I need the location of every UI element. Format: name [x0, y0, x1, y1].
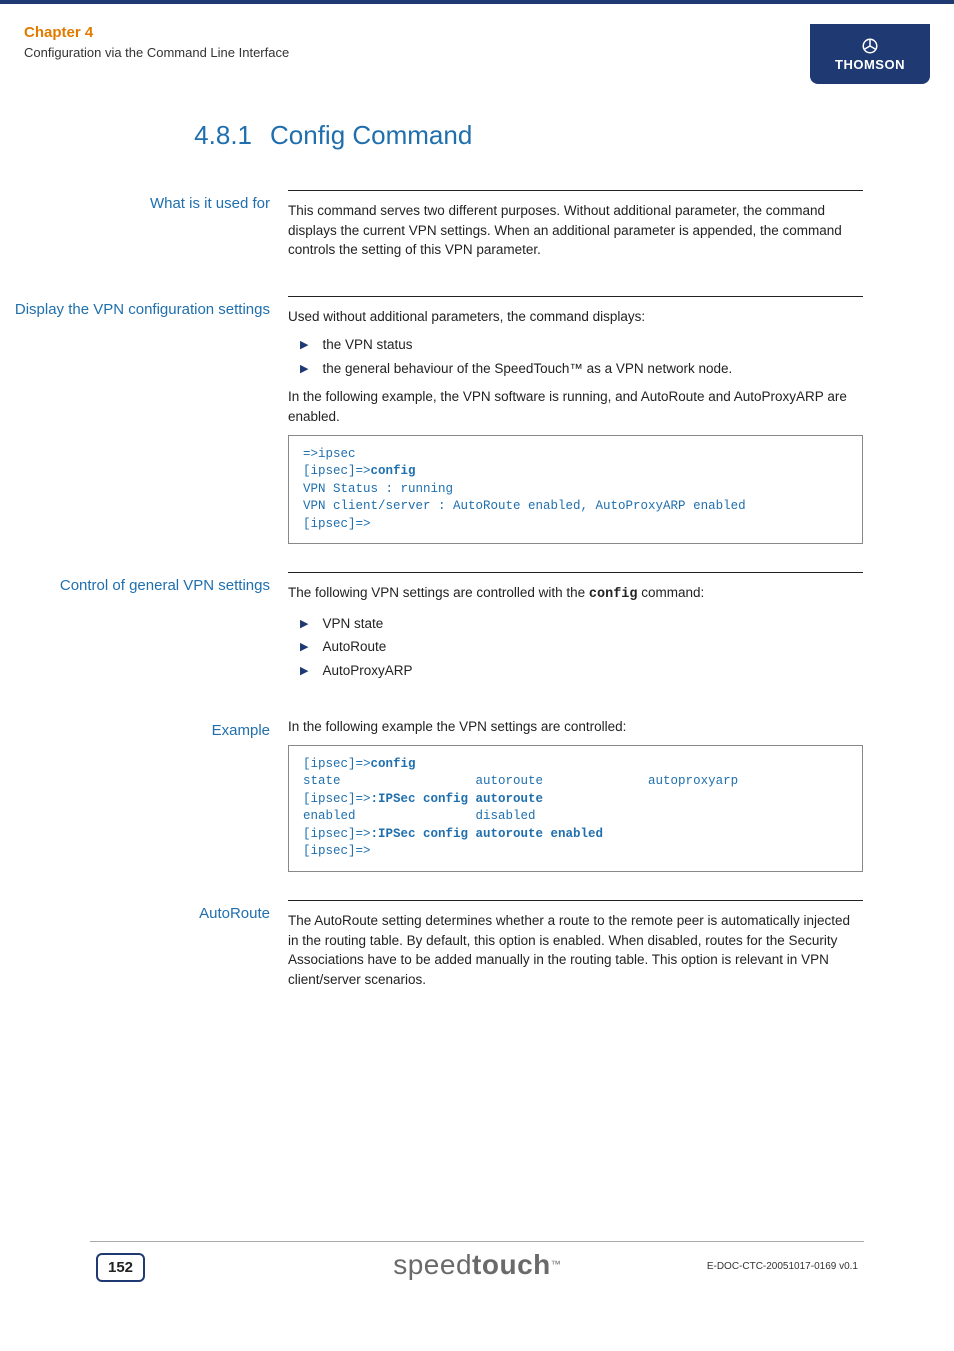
side-label: AutoRoute [0, 900, 270, 997]
title-number: 4.8.1 [0, 120, 270, 151]
list-item-text: VPN state [322, 613, 383, 635]
section-what-used-for: What is it used for This command serves … [0, 190, 954, 268]
trademark-icon: ™ [551, 1260, 561, 1271]
list-item-text: AutoProxyARP [322, 660, 412, 682]
page-header: Chapter 4 Configuration via the Command … [24, 24, 930, 84]
rule [288, 190, 863, 191]
paragraph: Used without additional parameters, the … [288, 307, 863, 327]
code-block: =>ipsec [ipsec]=>config VPN Status : run… [288, 435, 863, 545]
content-area: What is it used for This command serves … [0, 190, 954, 1025]
paragraph: The AutoRoute setting determines whether… [288, 911, 863, 989]
paragraph: This command serves two different purpos… [288, 201, 863, 260]
inline-code: config [589, 587, 638, 602]
side-label: Display the VPN configuration settings [0, 296, 270, 544]
page-footer: 152 speedtouch™ E-DOC-CTC-20051017-0169 … [0, 1241, 954, 1291]
section-control-vpn: Control of general VPN settings The foll… [0, 572, 954, 689]
bullet-icon: ▶ [300, 639, 308, 657]
page: Chapter 4 Configuration via the Command … [0, 0, 954, 1351]
body-column: Used without additional parameters, the … [288, 296, 888, 544]
body-column: In the following example the VPN setting… [288, 717, 888, 872]
bullet-icon: ▶ [300, 663, 308, 681]
side-label: Control of general VPN settings [0, 572, 270, 689]
body-column: The following VPN settings are controlle… [288, 572, 888, 689]
side-label: What is it used for [0, 190, 270, 268]
doc-id: E-DOC-CTC-20051017-0169 v0.1 [707, 1261, 858, 1272]
chapter-subtitle: Configuration via the Command Line Inter… [24, 45, 930, 60]
list-item-text: the general behaviour of the SpeedTouch™… [322, 358, 732, 380]
section-title: 4.8.1 Config Command [0, 120, 954, 151]
side-label: Example [0, 717, 270, 872]
brand-bold: touch [472, 1249, 551, 1280]
paragraph: The following VPN settings are controlle… [288, 583, 863, 605]
list-item: ▶ AutoRoute [296, 636, 888, 658]
chapter-label: Chapter 4 [24, 24, 930, 41]
code-block: [ipsec]=>config state autoroute autoprox… [288, 745, 863, 872]
list-item: ▶ the VPN status [296, 334, 888, 356]
paragraph: In the following example the VPN setting… [288, 717, 863, 737]
brand-badge: THOMSON [810, 24, 930, 84]
footer-rule [90, 1241, 864, 1242]
body-column: The AutoRoute setting determines whether… [288, 900, 888, 997]
rule [288, 900, 863, 901]
bullet-list: ▶ VPN state ▶ AutoRoute ▶ AutoProxyARP [296, 613, 888, 682]
bullet-icon: ▶ [300, 361, 308, 379]
rule [288, 572, 863, 573]
section-example: Example In the following example the VPN… [0, 717, 954, 872]
list-item-text: the VPN status [322, 334, 412, 356]
list-item-text: AutoRoute [322, 636, 386, 658]
bullet-list: ▶ the VPN status ▶ the general behaviour o… [296, 334, 888, 379]
paragraph: In the following example, the VPN softwa… [288, 387, 863, 426]
rule [288, 296, 863, 297]
body-column: This command serves two different purpos… [288, 190, 888, 268]
section-display-vpn: Display the VPN configuration settings U… [0, 296, 954, 544]
bullet-icon: ▶ [300, 337, 308, 355]
brand-badge-text: THOMSON [835, 57, 905, 72]
list-item: ▶ AutoProxyARP [296, 660, 888, 682]
top-band [0, 0, 954, 4]
section-autoroute: AutoRoute The AutoRoute setting determin… [0, 900, 954, 997]
bullet-icon: ▶ [300, 616, 308, 634]
list-item: ▶ VPN state [296, 613, 888, 635]
brand-icon [861, 37, 879, 55]
list-item: ▶ the general behaviour of the SpeedTouch… [296, 358, 888, 380]
title-text: Config Command [270, 120, 864, 151]
brand-light: speed [393, 1249, 472, 1280]
